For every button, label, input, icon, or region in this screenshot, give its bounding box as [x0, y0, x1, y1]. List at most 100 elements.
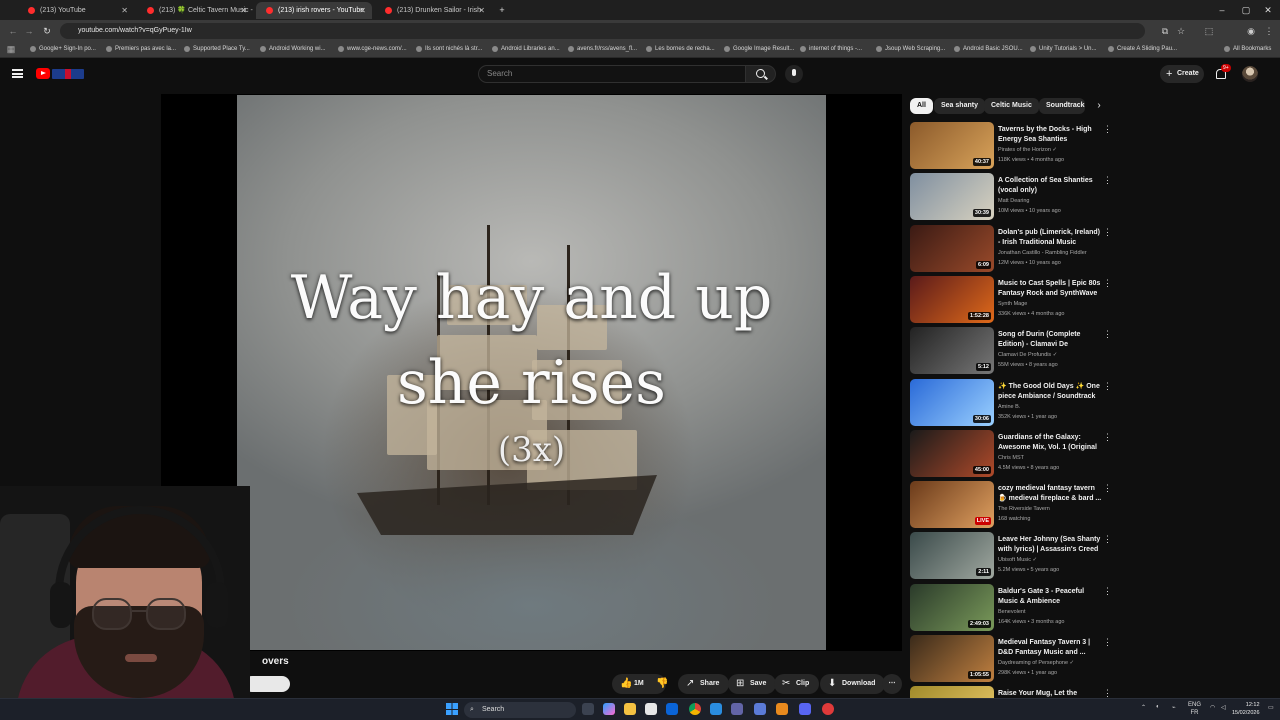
discord-icon[interactable] — [799, 703, 811, 715]
channel-name[interactable]: Ubisoft Music ✓ — [998, 556, 1102, 564]
volume-icon[interactable]: ◁ — [1221, 704, 1226, 711]
extensions-icon[interactable]: ⬚ — [1202, 24, 1216, 38]
save-button[interactable]: ⊞ Save — [728, 674, 777, 694]
recommendation-title[interactable]: cozy medieval fantasy tavern 🍺 medieval … — [998, 484, 1102, 504]
video-thumbnail[interactable]: 45:00 — [910, 429, 994, 477]
bookmark-item[interactable]: Jsoup Web Scraping... — [876, 42, 945, 57]
app-icon[interactable] — [776, 703, 788, 715]
share-button[interactable]: ↗ Share — [678, 674, 730, 694]
recommendation-title[interactable]: Guardians of the Galaxy: Awesome Mix, Vo… — [998, 433, 1102, 453]
channel-name[interactable]: Benevolent — [998, 608, 1102, 616]
file-explorer-icon[interactable] — [624, 703, 636, 715]
bookmark-item[interactable]: Unity Tutorials > Un... — [1030, 42, 1097, 57]
recommendation-item[interactable]: 30:39 A Collection of Sea Shanties (vocal… — [910, 173, 1120, 224]
app-icon[interactable] — [754, 703, 766, 715]
apps-grid-icon[interactable]: ▦ — [4, 42, 18, 56]
app-icon[interactable] — [822, 703, 834, 715]
recommendation-title[interactable]: Song of Durin (Complete Edition) - Clama… — [998, 330, 1102, 350]
video-thumbnail[interactable]: 1:05:55 — [910, 635, 994, 682]
close-tab-icon[interactable]: ✕ — [478, 2, 485, 19]
chrome-icon[interactable] — [689, 703, 701, 715]
youtube-logo[interactable] — [36, 68, 86, 80]
more-options-icon[interactable]: ⋮ — [1103, 535, 1112, 547]
recommendation-title[interactable]: Music to Cast Spells | Epic 80s Fantasy … — [998, 279, 1102, 299]
video-frame[interactable]: Way hay and up she rises (3x) — [237, 95, 826, 650]
create-button[interactable]: + Create — [1160, 65, 1204, 83]
maximize-icon[interactable]: ▢ — [1236, 2, 1256, 18]
outlook-icon[interactable] — [666, 703, 678, 715]
close-tab-icon[interactable]: ✕ — [359, 2, 366, 19]
bookmark-item[interactable]: Ils sont nichés là str... — [416, 42, 482, 57]
bookmark-star-icon[interactable]: ☆ — [1174, 24, 1188, 38]
notification-center-icon[interactable]: ▭ — [1268, 704, 1274, 711]
browser-tab[interactable]: (213) Drunken Sailor - Irish ✕ — [375, 2, 491, 19]
chip-celtic-music[interactable]: Celtic Music — [984, 98, 1039, 114]
bookmark-item[interactable]: Google Image Result... — [724, 42, 794, 57]
clock[interactable]: 12:12 15/02/2026 — [1232, 701, 1260, 717]
more-options-icon[interactable]: ⋮ — [1103, 638, 1112, 650]
bookmark-item[interactable]: Android Libraries an... — [492, 42, 560, 57]
bookmark-item[interactable]: Android Working wi... — [260, 42, 326, 57]
more-options-icon[interactable]: ⋮ — [1103, 227, 1112, 240]
task-view-icon[interactable] — [582, 703, 594, 715]
language-indicator[interactable]: ENG FR — [1188, 701, 1201, 717]
recommendation-item[interactable]: 1:52:28 Music to Cast Spells | Epic 80s F… — [910, 275, 1120, 327]
dislike-button[interactable]: 👎 — [650, 674, 674, 694]
vscode-icon[interactable] — [710, 703, 722, 715]
recommendation-title[interactable]: A Collection of Sea Shanties (vocal only… — [998, 176, 1102, 196]
channel-name[interactable]: Pirates of the Horizon ✓ — [998, 146, 1102, 154]
channel-name[interactable]: Clamavi De Profundis ✓ — [998, 351, 1102, 359]
more-options-icon[interactable]: ⋮ — [1103, 381, 1112, 394]
more-options-icon[interactable]: ⋮ — [1103, 484, 1112, 496]
chip-all[interactable]: All — [910, 98, 933, 114]
bookmark-item[interactable]: avens.fr/rss/avens_fl... — [568, 42, 637, 57]
video-thumbnail[interactable]: 1:52:28 — [910, 275, 994, 323]
search-icon[interactable] — [746, 65, 776, 83]
video-thumbnail[interactable]: 6:09 — [910, 224, 994, 272]
tray-app-icon[interactable]: ◐ — [1156, 704, 1160, 710]
more-options-icon[interactable]: ⋮ — [1103, 432, 1112, 445]
profile-icon[interactable]: ◉ — [1244, 24, 1258, 38]
recommendation-title[interactable]: ✨ The Good Old Days ✨ One piece Ambiance… — [998, 382, 1102, 402]
microphone-icon[interactable] — [785, 65, 803, 83]
close-window-icon[interactable]: ✕ — [1258, 2, 1278, 18]
video-thumbnail[interactable]: 30:06 — [910, 378, 994, 426]
more-options-icon[interactable]: ⋮ — [1103, 125, 1112, 137]
reload-icon[interactable]: ↻ — [40, 24, 54, 38]
video-thumbnail[interactable]: 2:11 — [910, 532, 994, 580]
subscribe-button[interactable] — [244, 676, 290, 692]
channel-name[interactable]: Synth Mage — [998, 300, 1102, 308]
clip-button[interactable]: ✂ Clip — [774, 674, 820, 694]
url-field[interactable]: youtube.com/watch?v=qGyPuey-1Iw — [60, 23, 1145, 39]
taskbar-search[interactable]: ⌕ Search — [464, 702, 576, 718]
video-thumbnail[interactable]: 30:39 — [910, 173, 994, 221]
windows-start-icon[interactable] — [446, 703, 458, 715]
channel-name[interactable]: Chris MST — [998, 454, 1102, 462]
recommendation-item[interactable]: LIVE cozy medieval fantasy tavern 🍺 medie… — [910, 481, 1120, 532]
more-options-icon[interactable]: ⋮ — [1103, 176, 1112, 188]
bookmark-item[interactable]: Create A Sliding Pau... — [1108, 42, 1177, 57]
tray-app-icon[interactable]: ⌁ — [1172, 704, 1176, 711]
copilot-icon[interactable] — [603, 703, 615, 715]
menu-icon[interactable] — [12, 69, 23, 78]
video-thumbnail[interactable]: 5:12 — [910, 327, 994, 375]
channel-name[interactable]: Matt Dearing — [998, 197, 1102, 205]
bookmark-item[interactable]: Les bornes de recha... — [646, 42, 715, 57]
chevron-right-icon[interactable]: › — [1092, 99, 1106, 113]
close-tab-icon[interactable]: ✕ — [240, 2, 247, 19]
recommendation-item[interactable]: 45:00 Guardians of the Galaxy: Awesome Mi… — [910, 429, 1120, 481]
recommendation-item[interactable]: 40:37 Taverns by the Docks - High Energy … — [910, 122, 1120, 173]
bookmark-item[interactable]: Supported Place Ty... — [184, 42, 250, 57]
forward-icon[interactable]: → — [22, 24, 36, 38]
recommendation-title[interactable]: Baldur's Gate 3 - Peaceful Music & Ambie… — [998, 587, 1102, 607]
browser-tab-active[interactable]: (213) irish rovers - YouTube ✕ — [256, 2, 372, 19]
recommendation-title[interactable]: Medieval Fantasy Tavern 3 | D&D Fantasy … — [998, 638, 1102, 658]
more-options-icon[interactable]: ⋮ — [1103, 586, 1112, 599]
menu-dots-icon[interactable]: ⋮ — [1262, 24, 1276, 38]
channel-name[interactable]: Daydreaming of Persephone ✓ — [998, 659, 1102, 667]
recommendation-item[interactable]: 1:05:55 Medieval Fantasy Tavern 3 | D&D F… — [910, 635, 1120, 686]
more-options-icon[interactable]: ⋮ — [1103, 330, 1112, 342]
download-button[interactable]: ⬇ Download — [820, 674, 886, 694]
video-thumbnail[interactable]: 40:37 — [910, 122, 994, 169]
more-options-icon[interactable]: ⋮ — [1103, 278, 1112, 291]
